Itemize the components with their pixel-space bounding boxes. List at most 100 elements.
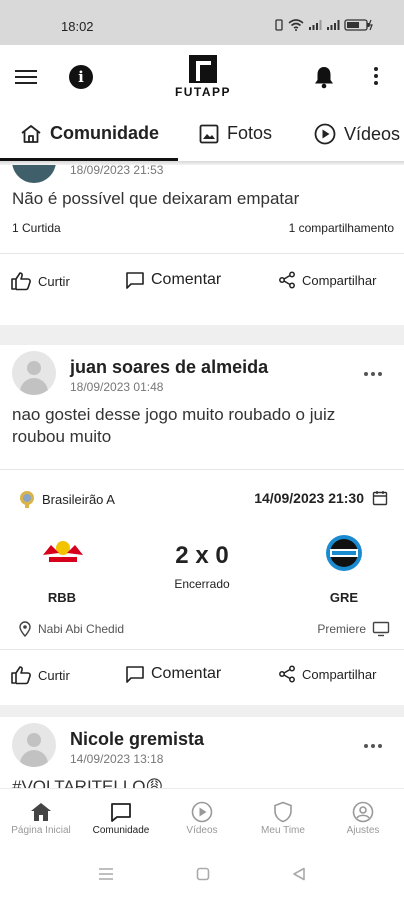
- like-label: Curtir: [38, 273, 70, 289]
- post-actions: Curtir Comentar Compartilhar: [0, 271, 404, 301]
- divider: [0, 253, 404, 254]
- nav-label: Meu Time: [261, 825, 305, 836]
- post-text: nao gostei desse jogo muito roubado o ju…: [12, 405, 336, 446]
- signal-icon: [309, 20, 322, 30]
- tab-videos[interactable]: Vídeos: [314, 123, 400, 145]
- nav-label: Vídeos: [186, 825, 218, 836]
- home-team-crest: [41, 535, 85, 570]
- away-team-name: GRE: [329, 590, 359, 605]
- post-options-icon[interactable]: [364, 372, 382, 376]
- thumbs-up-icon: [11, 272, 31, 291]
- shares-count[interactable]: 1 compartilhamento: [289, 221, 394, 235]
- post-text: #VOLTARITELLO😩: [12, 777, 164, 788]
- post-author[interactable]: juan soares de almeida: [70, 357, 268, 378]
- location-pin-icon: [19, 621, 31, 637]
- comment-button[interactable]: Comentar: [125, 665, 221, 683]
- home-square-icon[interactable]: [196, 867, 210, 881]
- away-team-crest: [324, 533, 364, 578]
- match-league: Brasileirão A: [18, 489, 115, 509]
- status-bar: 18:02: [0, 0, 404, 45]
- community-feed[interactable]: 18/09/2023 21:53 Não é possível que deix…: [0, 165, 404, 788]
- back-icon[interactable]: [292, 867, 306, 881]
- post-date: 14/09/2023 13:18: [70, 752, 164, 766]
- like-label: Curtir: [38, 667, 70, 683]
- bell-icon[interactable]: [313, 65, 335, 89]
- tab-label: Comunidade: [50, 123, 160, 143]
- like-button[interactable]: Curtir: [10, 271, 70, 291]
- recent-apps-icon[interactable]: [98, 868, 114, 880]
- calendar-icon: [372, 491, 388, 506]
- home-icon: [31, 803, 51, 821]
- system-navigation-bar: [0, 848, 404, 900]
- league-name: Brasileirão A: [42, 491, 115, 507]
- home-team-name: RBB: [47, 590, 77, 605]
- nav-pagina-inicial[interactable]: Página Inicial: [0, 799, 82, 836]
- more-options-icon[interactable]: [374, 67, 380, 88]
- menu-icon[interactable]: [15, 67, 39, 87]
- wifi-icon: [288, 19, 304, 31]
- post-author[interactable]: Nicole gremista: [70, 729, 204, 750]
- shield-icon: [274, 801, 292, 823]
- divider: [0, 649, 404, 650]
- battery-icon: [344, 19, 373, 31]
- play-circle-icon: [191, 801, 213, 823]
- avatar[interactable]: [12, 723, 56, 767]
- avatar[interactable]: [12, 351, 56, 395]
- like-button[interactable]: Curtir: [10, 665, 70, 685]
- status-icons: [274, 19, 374, 31]
- match-status: Encerrado: [174, 577, 230, 591]
- post-options-icon[interactable]: [364, 744, 382, 748]
- avatar[interactable]: [12, 165, 56, 183]
- nav-label: Comunidade: [92, 825, 150, 836]
- logo-text: FUTAPP: [174, 85, 232, 99]
- tab-comunidade[interactable]: Comunidade: [20, 123, 159, 144]
- vibrate-icon: [275, 19, 283, 31]
- nav-comunidade[interactable]: Comunidade: [80, 799, 162, 836]
- gremio-crest-icon: [326, 535, 362, 571]
- logo-mark: [189, 55, 217, 83]
- broadcaster-name: Premiere: [317, 622, 366, 636]
- tv-icon: [372, 621, 390, 637]
- nav-videos[interactable]: Vídeos: [161, 799, 243, 836]
- post-card: 18/09/2023 21:53 Não é possível que deix…: [0, 165, 404, 325]
- match-datetime: 14/09/2023 21:30: [254, 490, 388, 506]
- share-button[interactable]: Compartilhar: [278, 271, 376, 289]
- tab-bar: Comunidade Fotos Vídeos: [0, 111, 404, 161]
- match-datetime-text: 14/09/2023 21:30: [254, 490, 364, 506]
- post-text: Não é possível que deixaram empatar: [12, 189, 300, 208]
- tab-label: Vídeos: [344, 123, 401, 144]
- nav-meu-time[interactable]: Meu Time: [242, 799, 324, 836]
- signal-icon-2: [327, 20, 340, 30]
- post-date: 18/09/2023 01:48: [70, 380, 164, 394]
- nav-label: Página Inicial: [11, 825, 71, 836]
- nav-ajustes[interactable]: Ajustes: [322, 799, 404, 836]
- post-card: Nicole gremista 14/09/2023 13:18 #VOLTAR…: [0, 717, 404, 788]
- status-time: 18:02: [61, 19, 94, 34]
- comment-button[interactable]: Comentar: [125, 271, 221, 289]
- match-broadcaster: Premiere: [317, 621, 390, 637]
- share-label: Compartilhar: [302, 272, 377, 288]
- post-stats: 1 Curtida 1 compartilhamento: [12, 221, 394, 235]
- share-label: Compartilhar: [302, 666, 377, 682]
- app-logo: FUTAPP: [168, 55, 238, 99]
- home-icon: [21, 124, 41, 143]
- bottom-navigation: Página Inicial Comunidade Vídeos Meu Tim…: [0, 788, 404, 848]
- share-icon: [279, 665, 295, 683]
- match-venue: Nabi Abi Chedid: [18, 621, 124, 637]
- nav-label: Ajustes: [346, 825, 380, 836]
- match-score: 2 x 0: [175, 542, 229, 569]
- image-icon: [199, 124, 219, 143]
- share-button[interactable]: Compartilhar: [278, 665, 376, 683]
- info-icon[interactable]: i: [69, 65, 93, 89]
- redbull-crest-icon: [43, 541, 83, 562]
- tab-label: Fotos: [227, 123, 273, 143]
- comment-icon: [126, 666, 144, 683]
- play-circle-icon: [314, 123, 336, 145]
- post-actions: Curtir Comentar Compartilhar: [0, 665, 404, 695]
- thumbs-up-icon: [11, 666, 31, 685]
- share-icon: [279, 271, 295, 289]
- tab-fotos[interactable]: Fotos: [199, 123, 272, 144]
- user-circle-icon: [352, 801, 374, 823]
- divider: [0, 469, 404, 470]
- likes-count[interactable]: 1 Curtida: [12, 221, 61, 235]
